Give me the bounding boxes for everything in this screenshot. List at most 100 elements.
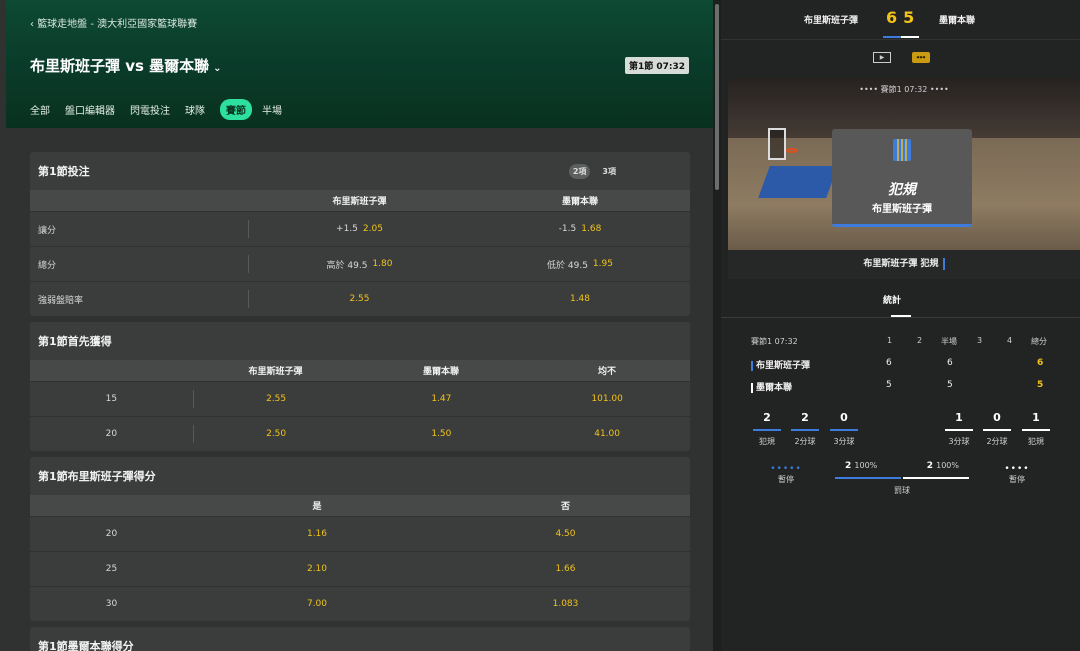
home-ft-value: 2 [845,461,852,471]
home-color-bar [883,36,901,38]
tab-teams[interactable]: 球隊 [185,102,205,117]
odds-button[interactable]: 2.10 [193,552,441,586]
market-card: 第1節墨爾本聯得分 [30,627,690,651]
tab-instant-bet[interactable]: 閃電投注 [130,102,170,117]
event-card: 犯規 布里斯班子彈 [832,129,972,227]
odds-button[interactable]: 2.50 [194,417,359,451]
row-label: 30 [105,599,118,609]
video-icon[interactable]: ▶ [873,52,891,63]
last-event-text: 布里斯班子彈 犯規 [863,259,939,269]
tab-quarters[interactable]: 賽節 [220,99,252,120]
home-score: 6 [886,8,904,27]
odds-button[interactable]: 1.16 [193,517,441,551]
breadcrumb-text[interactable]: 籃球走地盤 - 澳大利亞國家籃球聯賽 [37,19,197,30]
odds-button[interactable]: 1.47 [359,382,525,416]
column-header: 布里斯班子彈 墨爾本聯 [30,190,690,211]
stat-label: 2分球 [794,437,816,446]
odds-button[interactable]: 1.66 [441,552,690,586]
breadcrumb[interactable]: ‹ 籃球走地盤 - 澳大利亞國家籃球聯賽 [30,15,197,30]
tab-half[interactable]: 半場 [262,102,282,117]
odds-button[interactable]: 41.00 [524,417,690,451]
hoop-rim [786,148,798,153]
away-stat: 0 2分球 [982,411,1012,447]
home-ft-pct: 100% [854,461,878,470]
odds-button[interactable]: -1.5 1.68 [470,212,690,246]
market-title[interactable]: 第1節投注 2項 3項 [30,152,690,190]
line: +1.5 [336,224,358,234]
quarter-scores-table: 賽節1 07:32 1 2 半場 3 4 總分 布里斯班子彈 6 6 6 墨爾本… [751,336,1051,402]
home-ft: 2 100% [845,461,877,471]
match-tracker-icon[interactable]: ⦁⦁⦁ [912,52,930,63]
column-header: 是 否 [30,495,690,516]
col-yes: 是 [312,502,322,512]
home-color-bar [751,360,753,371]
way-toggle: 2項 3項 [568,164,620,179]
stat-bar [791,429,819,431]
odds-button[interactable]: 1.083 [441,587,690,621]
odds-button[interactable]: 2.55 [194,382,359,416]
home-row: 布里斯班子彈 6 6 6 [751,358,1051,380]
odds-button[interactable]: 7.00 [193,587,441,621]
half-score: 5 [947,380,953,390]
tab-all[interactable]: 全部 [30,102,50,117]
stat-value: 0 [993,411,1001,424]
tab-bet-builder[interactable]: 盤口編輯器 [65,102,115,117]
col-q2: 2 [917,336,923,345]
timeout-dots: •••• [1004,464,1030,474]
event-title: 犯規 [888,182,916,198]
col-home: 布里斯班子彈 [248,367,303,377]
match-title-text[interactable]: 布里斯班子彈 vs 墨爾本聯 [30,57,209,75]
market-title[interactable]: 第1節布里斯班子彈得分 [30,457,690,495]
home-name: 布里斯班子彈 [751,358,810,371]
court-status: •••• 賽節1 07:32 •••• [859,85,949,94]
col-q1: 1 [887,336,893,345]
chevron-down-icon[interactable]: ⌄ [213,63,221,74]
market-title-text: 第1節首先獲得 [38,335,112,348]
odds-button[interactable]: 101.00 [524,382,690,416]
live-scoreboard-pane: 布里斯班子彈 6 5 墨爾本聯 ▶ ⦁⦁⦁ •••• 賽節1 07:32 ••••… [721,0,1080,651]
timeout-label: 暫停 [1009,475,1025,484]
odds-button[interactable]: 4.50 [441,517,690,551]
away-color-bar [901,36,919,38]
half-score: 6 [947,358,953,368]
away-ft-value: 2 [926,461,933,471]
away-team-name: 墨爾本聯 [939,16,976,26]
away-ft: 2 100% [927,461,959,471]
row-label: 25 [105,564,118,574]
market-title[interactable]: 第1節首先獲得 [30,322,690,360]
away-row: 墨爾本聯 5 5 5 [751,380,1051,402]
odds-button[interactable]: +1.5 2.05 [249,212,470,246]
odds-value: 1.68 [581,224,602,234]
home-stat: 2 2分球 [790,411,820,447]
q1-score: 6 [886,358,892,368]
tab-stats[interactable]: 統計 [883,293,901,306]
odds-button[interactable]: 2.55 [249,282,470,316]
free-throw-bars [835,477,969,479]
odds-button[interactable]: 1.50 [359,417,525,451]
market-card: 第1節布里斯班子彈得分 是 否 20 1.16 4.50 25 2.10 1.6… [30,457,690,621]
away-timeouts: •••• 暫停 [997,464,1037,485]
line: -1.5 [558,224,577,234]
odds-button[interactable]: 高於 49.5 1.80 [249,247,470,281]
stat-label: 2分球 [986,437,1008,446]
free-throw-values: 2 100% 2 100% [835,461,969,471]
odds-button[interactable]: 1.48 [470,282,690,316]
jersey-icon [893,139,911,161]
period-clock: 賽節1 07:32 [751,337,798,346]
market-title[interactable]: 第1節墨爾本聯得分 [30,627,690,651]
col-q4: 4 [1007,336,1013,345]
row-label: 20 [105,429,118,439]
market-title-text: 第1節投注 [38,165,90,178]
stat-label: 3分球 [948,437,970,446]
odds-value: 2.05 [362,224,383,234]
odds-button[interactable]: 低於 49.5 1.95 [470,247,690,281]
free-throws-stat: 2 100% 2 100% 罰球 [835,461,969,496]
market-row: 讓分 +1.5 2.05 -1.5 1.68 [30,211,690,246]
scrollbar-thumb[interactable] [715,4,719,190]
toggle-3way[interactable]: 3項 [598,164,620,179]
toggle-2way[interactable]: 2項 [568,164,591,179]
timeout-dots: ••••• [770,464,802,474]
home-team-name: 布里斯班子彈 [804,16,859,26]
match-title[interactable]: 布里斯班子彈 vs 墨爾本聯 ⌄ [30,55,222,76]
market-row: 總分 高於 49.5 1.80 低於 49.5 1.95 [30,246,690,281]
